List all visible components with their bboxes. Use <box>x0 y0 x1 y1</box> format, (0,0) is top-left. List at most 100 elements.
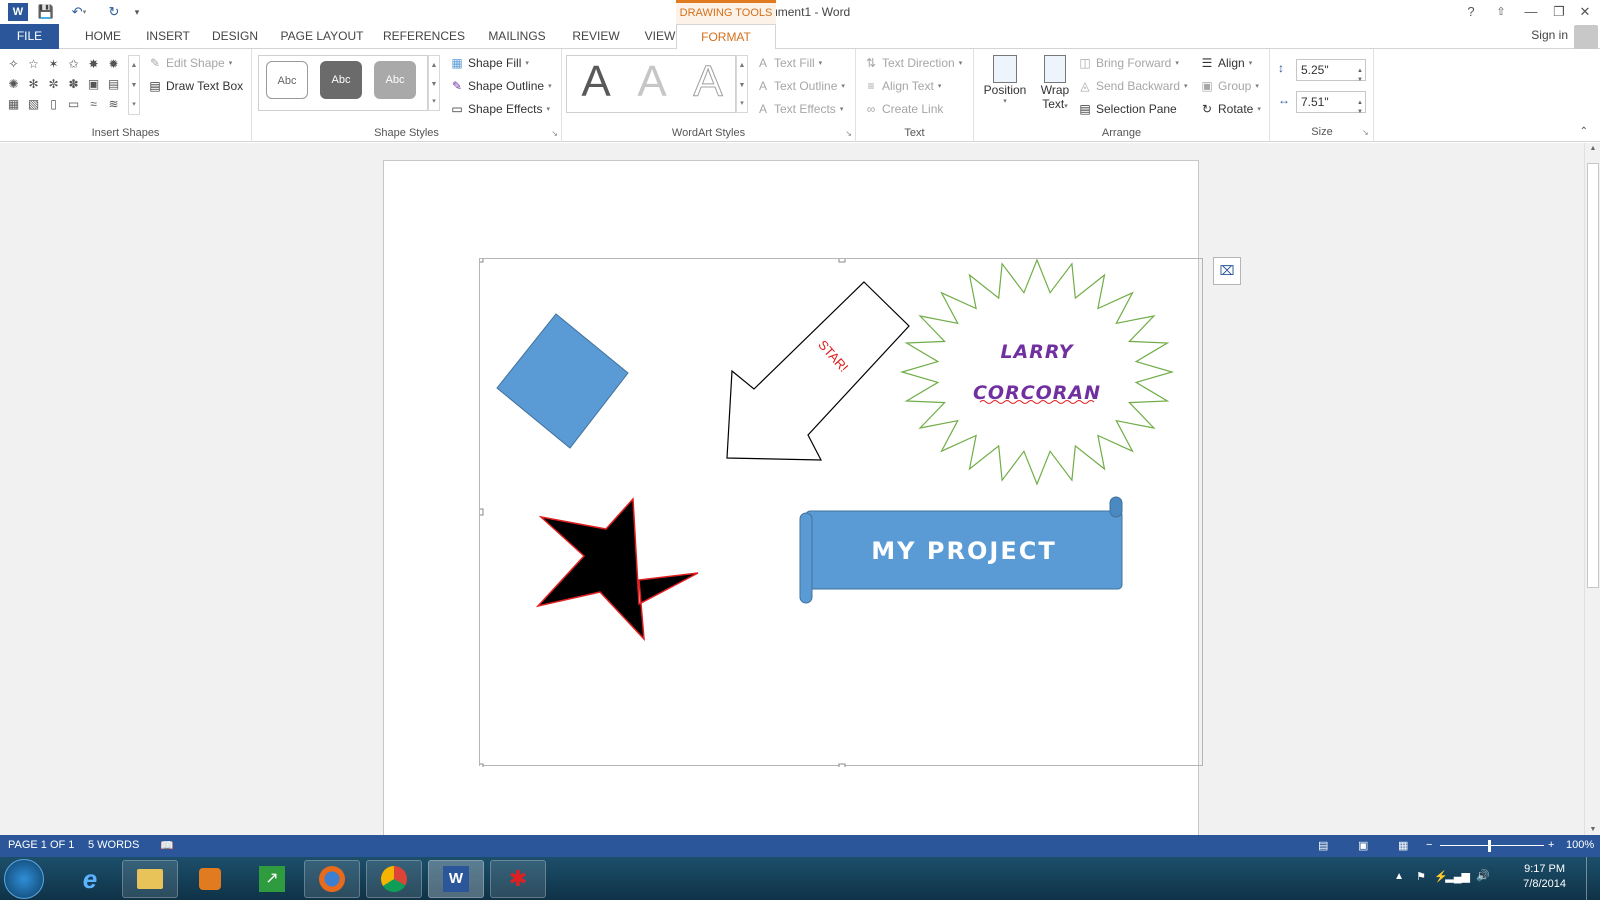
text-direction-button[interactable]: ⇅ Text Direction ▾ <box>864 56 962 70</box>
align-text-button[interactable]: ≡ Align Text ▾ <box>864 79 941 93</box>
tab-review[interactable]: REVIEW <box>560 24 632 49</box>
shape-fill-button[interactable]: ▦ Shape Fill ▾ <box>450 56 529 70</box>
clock[interactable]: 9:17 PM 7/8/2014 <box>1523 863 1566 890</box>
avatar[interactable] <box>1574 25 1598 49</box>
rotate-button[interactable]: ↻ Rotate ▾ <box>1200 102 1261 116</box>
shape-outline-button[interactable]: ✎ Shape Outline ▾ <box>450 79 552 93</box>
tab-mailings[interactable]: MAILINGS <box>474 24 560 49</box>
tab-design[interactable]: DESIGN <box>200 24 270 49</box>
align-button[interactable]: ☰ Align ▾ <box>1200 56 1253 70</box>
print-layout-icon[interactable]: ▣ <box>1358 839 1368 852</box>
restore-button[interactable]: ❐ <box>1546 2 1572 22</box>
text-outline-button[interactable]: A Text Outline ▾ <box>756 79 845 93</box>
star7-shape-icon[interactable]: ✩ <box>64 55 83 74</box>
tab-format[interactable]: FORMAT <box>676 24 776 50</box>
blue-diamond-shape[interactable] <box>496 313 629 449</box>
double-wave-shape-icon[interactable]: ≋ <box>104 95 123 114</box>
selection-handle[interactable] <box>480 508 484 516</box>
star12-shape-icon[interactable]: ✺ <box>4 75 23 94</box>
curved-ribbon-down-shape-icon[interactable]: ▧ <box>24 95 43 114</box>
page-count[interactable]: PAGE 1 OF 1 <box>8 839 74 851</box>
scroll-up-icon[interactable]: ▲ <box>1585 145 1600 152</box>
customize-quick-access-icon[interactable]: ▾ <box>130 3 144 21</box>
internet-explorer-icon[interactable]: e <box>62 860 118 898</box>
spin-down-icon[interactable]: ▼ <box>1357 70 1363 90</box>
zoom-in-icon[interactable]: + <box>1548 839 1554 851</box>
show-hidden-icons[interactable]: ▲ <box>1394 871 1404 882</box>
black-star-shape[interactable] <box>535 497 699 642</box>
arrow-shape[interactable] <box>726 281 910 461</box>
zoom-slider-track[interactable] <box>1440 845 1544 846</box>
ribbon-display-options-icon[interactable]: ⇧ <box>1488 2 1514 22</box>
action-center-flag-icon[interactable]: ⚑ <box>1416 870 1426 883</box>
scroll-down-icon[interactable]: ▼ <box>1585 826 1600 833</box>
star10-shape-icon[interactable]: ✹ <box>104 55 123 74</box>
star32-shape-icon[interactable]: ✽ <box>64 75 83 94</box>
volume-icon[interactable]: 🔊 <box>1476 869 1490 882</box>
tab-file[interactable]: FILE <box>0 24 59 49</box>
undo-icon[interactable]: ↶ ▾ <box>64 3 94 21</box>
shape-style-dark[interactable]: Abc <box>320 61 362 99</box>
minimize-button[interactable]: — <box>1518 2 1544 22</box>
document-page[interactable]: STAR! LARRY CORCORAN MY PROJECT <box>383 160 1203 835</box>
ribbon-up-shape-icon[interactable]: ▣ <box>84 75 103 94</box>
shapes-gallery-scroll[interactable]: ▲ ▼ ▾ <box>128 55 140 115</box>
start-button[interactable] <box>4 859 44 899</box>
collapse-ribbon-icon[interactable]: ⌃ <box>1580 126 1588 137</box>
selection-handle[interactable] <box>480 259 484 263</box>
explosion-burst-shape[interactable] <box>899 259 1175 486</box>
vertical-scrollbar[interactable]: ▲ ▼ <box>1584 143 1600 835</box>
tab-page-layout[interactable]: PAGE LAYOUT <box>270 24 374 49</box>
chrome-icon[interactable] <box>366 860 422 898</box>
tab-home[interactable]: HOME <box>70 24 136 49</box>
firefox-icon[interactable] <box>304 860 360 898</box>
redo-icon[interactable]: ↻ <box>104 3 124 21</box>
wordart-scroll[interactable]: ▲ ▼ ▾ <box>736 55 748 113</box>
save-icon[interactable]: 💾 <box>36 3 56 21</box>
bring-forward-button[interactable]: ◫ Bring Forward ▾ <box>1078 56 1179 70</box>
wordart-style-dark[interactable]: A <box>570 57 622 107</box>
wordart-style-outline[interactable]: A <box>682 57 734 107</box>
wrap-text-button[interactable]: Wrap Text▾ <box>1034 53 1076 121</box>
read-mode-icon[interactable]: ▤ <box>1318 839 1328 852</box>
zoom-out-icon[interactable]: − <box>1426 839 1432 851</box>
text-fill-button[interactable]: A Text Fill ▾ <box>756 56 822 70</box>
wordart-style-gray[interactable]: A <box>626 57 678 107</box>
scrollbar-thumb[interactable] <box>1587 163 1599 588</box>
edit-shape-button[interactable]: ✎ Edit Shape ▾ <box>148 56 232 70</box>
text-effects-button[interactable]: A Text Effects ▾ <box>756 102 843 116</box>
shape-style-outline[interactable]: Abc <box>266 61 308 99</box>
network-signal-icon[interactable]: ▂▄▆ <box>1445 870 1470 883</box>
shapes-gallery[interactable]: ✧ ☆ ✶ ✩ ✸ ✹ ✺ ✻ ✼ ✽ ▣ ▤ ▦ ▧ ▯ ▭ ≈ ≋ <box>4 55 128 115</box>
vertical-scroll-shape-icon[interactable]: ▯ <box>44 95 63 114</box>
shape-styles-scroll[interactable]: ▲ ▼ ▾ <box>428 55 440 111</box>
show-desktop-button[interactable] <box>1586 857 1598 900</box>
stock-app-icon[interactable]: ↗ <box>244 860 300 898</box>
spin-down-icon[interactable]: ▼ <box>1357 102 1363 122</box>
wave-shape-icon[interactable]: ≈ <box>84 95 103 114</box>
selection-handle[interactable] <box>838 259 846 263</box>
dialog-launcher-icon[interactable]: ↘ <box>1362 128 1369 137</box>
tab-insert[interactable]: INSERT <box>136 24 200 49</box>
group-button[interactable]: ▣ Group ▾ <box>1200 79 1259 93</box>
draw-text-box-button[interactable]: ▤ Draw Text Box <box>148 79 243 93</box>
star4-shape-icon[interactable]: ✧ <box>4 55 23 74</box>
star8-shape-icon[interactable]: ✸ <box>84 55 103 74</box>
curved-ribbon-shape-icon[interactable]: ▦ <box>4 95 23 114</box>
document-area[interactable]: STAR! LARRY CORCORAN MY PROJECT <box>0 143 1584 835</box>
drawing-canvas[interactable]: STAR! LARRY CORCORAN MY PROJECT <box>479 258 1203 767</box>
shape-height-input[interactable]: 5.25" ▲ ▼ <box>1296 59 1366 83</box>
shape-width-input[interactable]: 7.51" ▲ ▼ <box>1296 91 1366 115</box>
paint-app-icon[interactable]: ✱ <box>490 860 546 898</box>
selection-pane-button[interactable]: ▤ Selection Pane <box>1078 102 1176 116</box>
ribbon-down-shape-icon[interactable]: ▤ <box>104 75 123 94</box>
star16-shape-icon[interactable]: ✻ <box>24 75 43 94</box>
star5-shape-icon[interactable]: ☆ <box>24 55 43 74</box>
layout-options-icon[interactable]: ⌧ <box>1213 257 1241 285</box>
web-layout-icon[interactable]: ▦ <box>1398 839 1408 852</box>
close-button[interactable]: ✕ <box>1572 2 1598 22</box>
zoom-slider-thumb[interactable] <box>1488 840 1491 852</box>
word-app-icon[interactable]: W <box>8 3 28 21</box>
tab-references[interactable]: REFERENCES <box>374 24 474 49</box>
position-button[interactable]: Position ▾ <box>980 53 1030 121</box>
